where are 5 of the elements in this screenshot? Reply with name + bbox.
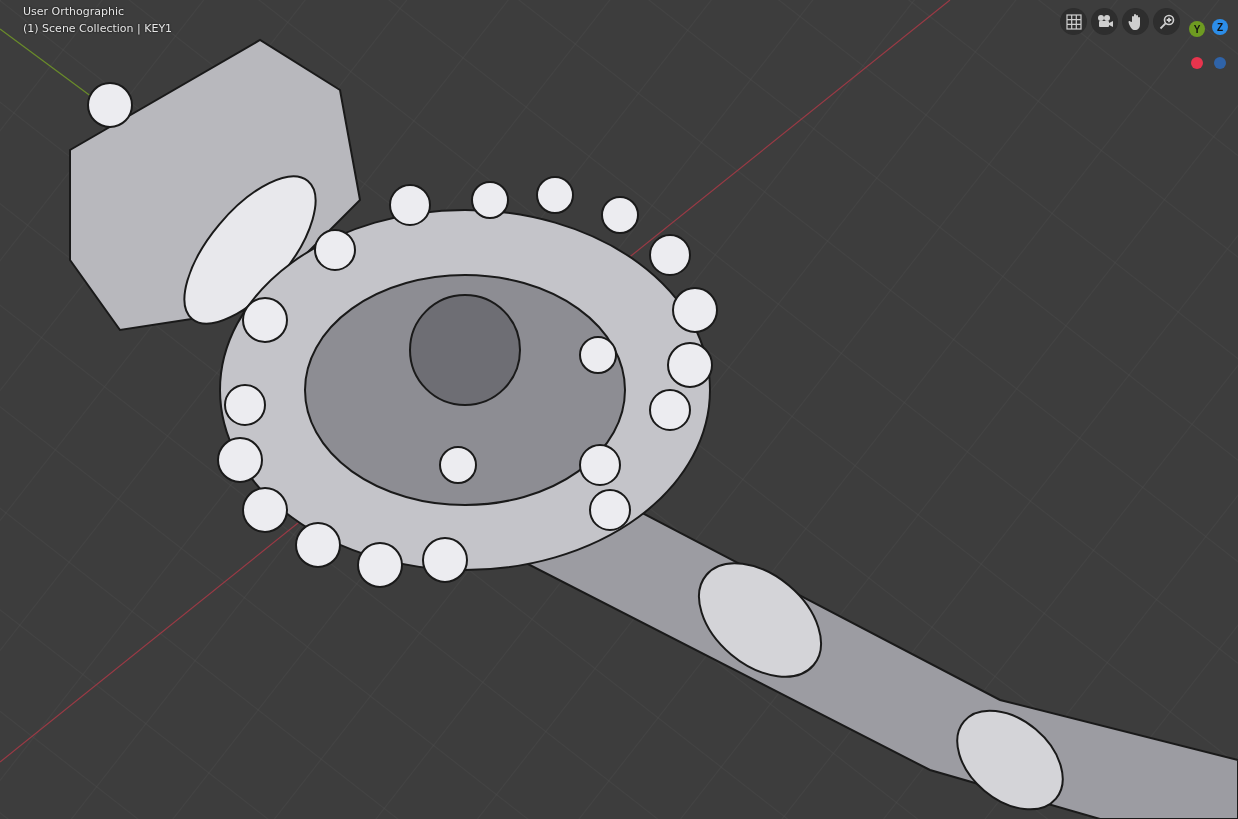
view-name-label: User Orthographic (23, 5, 126, 18)
grid-icon (1065, 13, 1082, 30)
camera-icon (1095, 13, 1114, 30)
zoom-in-icon (1158, 13, 1175, 30)
collection-info-label: (1) Scene Collection | KEY1 (23, 22, 173, 35)
